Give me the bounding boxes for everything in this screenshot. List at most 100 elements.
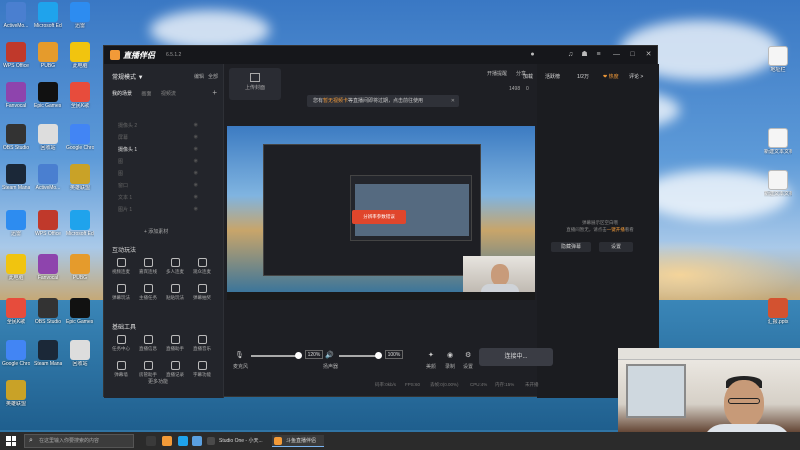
stat-tab[interactable]: 1/2万	[577, 73, 589, 80]
tool-button[interactable]: 贴贴玩法	[164, 284, 186, 301]
edge-icon[interactable]	[178, 436, 188, 446]
start-button[interactable]	[6, 436, 16, 446]
record-label[interactable]: 录制	[445, 363, 455, 370]
visibility-eye-icon[interactable]: ◉	[194, 122, 198, 128]
scene-item[interactable]: 文本 1 ◉	[118, 194, 198, 201]
mode-selector[interactable]: 常规模式 ▼	[112, 72, 144, 81]
tool-button[interactable]: 房管助手	[137, 361, 159, 378]
stat-tab[interactable]: 活跃榜	[545, 73, 560, 80]
mic-volume-value[interactable]: 120%	[305, 350, 323, 359]
scene-item[interactable]: 图 ◉	[118, 158, 198, 165]
danmaku-settings-button[interactable]: 设置	[599, 242, 633, 252]
desktop-icon[interactable]: Steam Manager	[2, 164, 30, 191]
visibility-eye-icon[interactable]: ◉	[194, 158, 198, 164]
beauty-label[interactable]: 美颜	[426, 363, 436, 370]
shirt-icon[interactable]: ☗	[580, 50, 589, 59]
live-reminder-button[interactable]: 开播提醒	[487, 70, 507, 77]
desktop-icon[interactable]: 全民K歌	[66, 82, 94, 109]
desktop-icon[interactable]: Epic Games Launcher	[66, 298, 94, 325]
tab-picture[interactable]: 画面	[141, 91, 151, 97]
desktop-icon[interactable]: 全民K歌	[2, 298, 30, 325]
app-icon[interactable]	[162, 436, 172, 446]
notice-highlight[interactable]: 暂无视频卡	[323, 98, 348, 104]
mic-volume-knob[interactable]	[295, 352, 302, 359]
desktop-icon[interactable]: WPS Office	[34, 210, 62, 237]
tool-button[interactable]: 嘉宾连线	[137, 258, 159, 275]
desktop-icon[interactable]: OBS Studio	[34, 298, 62, 325]
add-source-button[interactable]: + 添加素材	[144, 228, 168, 235]
tool-button[interactable]: 弹幕玩法	[110, 284, 132, 301]
scene-item[interactable]: 屏幕 ◉	[118, 134, 198, 141]
desktop-icon[interactable]: PUBG	[34, 42, 62, 69]
stat-tab[interactable]: ❤ 热度	[603, 73, 619, 80]
task-view-icon[interactable]	[146, 436, 156, 446]
mic-volume-slider[interactable]	[251, 355, 299, 357]
tool-button[interactable]: 主播任务	[137, 284, 159, 301]
menu-icon[interactable]: ≡	[594, 50, 603, 59]
desktop-icon[interactable]: WPS Office	[2, 42, 30, 69]
visibility-eye-icon[interactable]: ◉	[194, 182, 198, 188]
tool-button[interactable]: 视频连麦	[110, 258, 132, 275]
tool-button[interactable]: 字幕功能	[191, 361, 213, 378]
desktop-file-icon[interactable]: 地址栏	[764, 46, 792, 73]
maximize-button[interactable]: □	[628, 50, 637, 59]
desktop-icon[interactable]: Google Chrome	[66, 124, 94, 151]
avatar-icon[interactable]: ●	[528, 50, 537, 59]
minimize-button[interactable]: —	[612, 50, 621, 59]
desktop-icon[interactable]: 回收站	[66, 340, 94, 367]
record-icon[interactable]: ◉	[447, 351, 453, 359]
desktop-icon[interactable]: 英雄联盟	[2, 380, 30, 407]
tool-button[interactable]: 弹幕墙	[110, 361, 132, 378]
tool-button[interactable]: 任务中心	[110, 335, 132, 352]
more-features-button[interactable]: 更多功能	[148, 378, 168, 385]
tool-button[interactable]: 直播音乐	[191, 335, 213, 352]
desktop-icon[interactable]: Fanvocal	[2, 82, 30, 109]
edit-button[interactable]: 编辑	[194, 73, 204, 80]
close-button[interactable]: ✕	[644, 50, 653, 59]
desktop-icon[interactable]: 此电脑	[2, 254, 30, 281]
upload-cover-button[interactable]: 上传封面	[229, 68, 281, 100]
visibility-eye-icon[interactable]: ◉	[194, 206, 198, 212]
desktop-icon[interactable]: Fanvocal	[34, 254, 62, 281]
tool-button[interactable]: 观众连麦	[191, 258, 213, 275]
taskbar-item-studio-one[interactable]: Studio One - 小天...	[205, 435, 269, 447]
desktop-icon[interactable]: ActiveMo...	[34, 164, 62, 191]
stat-tab[interactable]: 评论 >	[629, 73, 643, 80]
beauty-icon[interactable]: ✦	[428, 351, 434, 359]
desktop-icon[interactable]: 此电脑	[66, 42, 94, 69]
settings-icon[interactable]: ⚙	[465, 351, 471, 359]
scene-item[interactable]: 图片 1 ◉	[118, 206, 198, 213]
desktop-icon[interactable]: Steam Manager	[34, 340, 62, 367]
chrome-icon[interactable]	[192, 436, 202, 446]
microphone-icon[interactable]: 🎙	[235, 351, 244, 359]
visibility-eye-icon[interactable]: ◉	[194, 134, 198, 140]
scene-item[interactable]: 图 ◉	[118, 170, 198, 177]
desktop-icon[interactable]: 英雄联盟	[66, 164, 94, 191]
speaker-volume-knob[interactable]	[375, 352, 382, 359]
desktop-icon[interactable]: 迅雷	[2, 210, 30, 237]
desktop-icon[interactable]: ActiveMo...	[2, 2, 30, 29]
taskbar-item-live-companion[interactable]: 斗鱼直播伴侣	[272, 435, 324, 447]
desktop-icon[interactable]: Microsoft Edge	[34, 2, 62, 29]
tool-button[interactable]: 直播信息	[137, 335, 159, 352]
one-click-live-link[interactable]: 一键开播	[607, 227, 625, 232]
live-preview[interactable]: 分辨率参数错误	[227, 126, 535, 300]
notice-bar[interactable]: 您有暂无视频卡等直播间即将过期，点击前往使用 ✕	[307, 95, 459, 107]
headset-icon[interactable]: ♫	[566, 50, 575, 59]
tab-video-stream[interactable]: 视频流	[161, 91, 176, 97]
all-button[interactable]: 全部	[208, 73, 218, 80]
desktop-icon[interactable]: Epic Games Launcher	[34, 82, 62, 109]
share-button[interactable]: 分享	[516, 70, 526, 77]
title-bar[interactable]: 直播伴侣 6.5.1.2 ● ♫ ☗ ≡ — □ ✕	[104, 46, 657, 64]
desktop-icon[interactable]: 迅雷	[66, 2, 94, 29]
desktop-icon[interactable]: Google Chrome	[2, 340, 30, 367]
desktop-icon[interactable]: Microsoft Edge	[66, 210, 94, 237]
scene-item[interactable]: 摄像头 2 ◉	[118, 122, 198, 129]
desktop-icon[interactable]: OBS Studio	[2, 124, 30, 151]
taskbar-search-input[interactable]: ⌕ 在这里输入你要搜索的内容	[24, 434, 134, 448]
speaker-volume-value[interactable]: 100%	[385, 350, 403, 359]
desktop-icon[interactable]: PUBG	[66, 254, 94, 281]
tool-button[interactable]: 多人连麦	[164, 258, 186, 275]
connect-button[interactable]: 连接中...	[479, 348, 553, 366]
tab-my-scenes[interactable]: 我的场景	[112, 91, 132, 97]
